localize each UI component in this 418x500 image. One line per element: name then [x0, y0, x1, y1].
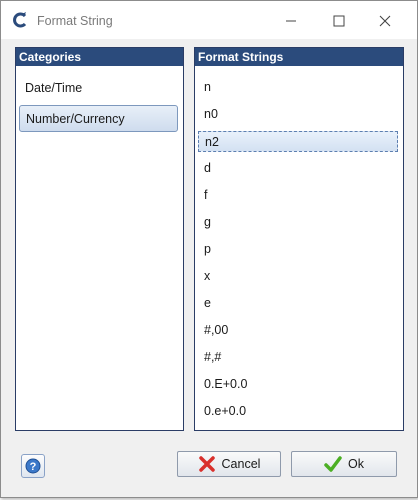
- cancel-label: Cancel: [221, 457, 261, 471]
- format-strings-header: Format Strings: [195, 48, 403, 66]
- title-bar: Format String: [1, 1, 417, 39]
- help-icon: ?: [25, 458, 41, 474]
- format-string-dialog: Format String Categories Date/Time Numbe…: [0, 0, 418, 498]
- format-item[interactable]: e: [198, 293, 398, 314]
- format-item[interactable]: #,00: [198, 320, 398, 341]
- minimize-button[interactable]: [271, 7, 311, 35]
- categories-header: Categories: [16, 48, 183, 66]
- format-item[interactable]: n: [198, 77, 398, 98]
- format-item[interactable]: f: [198, 185, 398, 206]
- ok-label: Ok: [348, 457, 364, 471]
- cancel-button[interactable]: Cancel: [177, 451, 281, 477]
- categories-panel: Categories Date/Time Number/Currency: [15, 47, 184, 431]
- close-icon: [379, 15, 391, 27]
- format-item[interactable]: x: [198, 266, 398, 287]
- ok-check-icon: [324, 456, 342, 472]
- app-c-icon: [13, 12, 27, 28]
- close-button[interactable]: [365, 7, 405, 35]
- format-item[interactable]: g: [198, 212, 398, 233]
- format-item[interactable]: #,#: [198, 347, 398, 368]
- category-item-date-time[interactable]: Date/Time: [19, 75, 178, 102]
- format-item[interactable]: 0.e+0.0: [198, 401, 398, 422]
- cancel-x-icon: [198, 456, 215, 472]
- window-title: Format String: [37, 14, 113, 28]
- format-strings-panel: Format Strings n n0 n2 d f g p x e #,00 …: [194, 47, 404, 431]
- format-item[interactable]: d: [198, 158, 398, 179]
- help-button[interactable]: ?: [21, 454, 45, 478]
- format-item[interactable]: 0.E+0.0: [198, 374, 398, 395]
- minimize-icon: [286, 20, 296, 22]
- maximize-button[interactable]: [319, 7, 359, 35]
- format-item-selected[interactable]: n2: [198, 131, 398, 152]
- ok-button[interactable]: Ok: [291, 451, 397, 477]
- category-item-number-currency[interactable]: Number/Currency: [19, 105, 178, 132]
- format-item[interactable]: n0: [198, 104, 398, 125]
- svg-text:?: ?: [30, 461, 37, 473]
- maximize-icon: [333, 15, 345, 27]
- format-item[interactable]: p: [198, 239, 398, 260]
